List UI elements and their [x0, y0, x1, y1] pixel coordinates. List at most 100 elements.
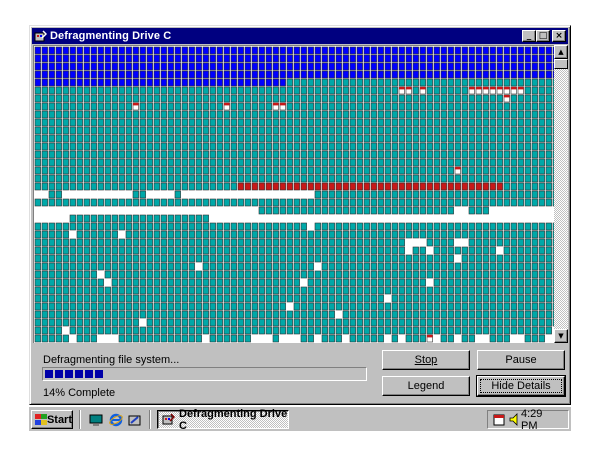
- hide-details-button-label: Hide Details: [491, 380, 551, 392]
- cluster-block: [167, 286, 174, 295]
- cluster-block: [412, 62, 419, 71]
- cluster-block: [377, 78, 384, 87]
- cluster-block: [111, 278, 118, 287]
- cluster-block: [468, 174, 475, 183]
- cluster-block: [496, 46, 503, 55]
- cluster-block: [349, 230, 356, 239]
- cluster-block: [48, 302, 55, 311]
- cluster-block: [209, 174, 216, 183]
- title-bar[interactable]: Defragmenting Drive C _ □ ×: [32, 28, 568, 44]
- start-button[interactable]: Start: [31, 410, 73, 429]
- cluster-block: [349, 262, 356, 271]
- cluster-block: [482, 94, 489, 103]
- clock[interactable]: 4:29 PM: [521, 408, 560, 432]
- cluster-block: [118, 70, 125, 79]
- cluster-block: [111, 174, 118, 183]
- cluster-block: [244, 78, 251, 87]
- cluster-block: [90, 270, 97, 279]
- cluster-block: [356, 46, 363, 55]
- cluster-block: [160, 246, 167, 255]
- cluster-block: [202, 286, 209, 295]
- vertical-scrollbar[interactable]: ▲ ▼: [554, 45, 568, 343]
- cluster-block: [97, 182, 104, 191]
- cluster-block: [181, 214, 188, 223]
- scroll-down-arrow-icon[interactable]: ▼: [554, 329, 568, 343]
- cluster-block: [405, 54, 412, 63]
- cluster-block: [272, 326, 279, 335]
- cluster-block: [181, 150, 188, 159]
- scroll-thumb[interactable]: [554, 59, 568, 69]
- scheduler-icon[interactable]: [493, 413, 507, 426]
- minimize-button[interactable]: _: [522, 30, 536, 42]
- taskbar-defrag-task[interactable]: Defragmenting Drive C: [157, 408, 289, 432]
- cluster-block: [216, 326, 223, 335]
- cluster-block: [279, 294, 286, 303]
- cluster-block: [370, 294, 377, 303]
- cluster-block: [342, 46, 349, 55]
- cluster-block: [300, 238, 307, 247]
- cluster-block: [202, 102, 209, 111]
- cluster-block: [419, 302, 426, 311]
- cluster-block: [181, 318, 188, 327]
- maximize-button[interactable]: □: [536, 30, 550, 42]
- cluster-block: [188, 262, 195, 271]
- cluster-block: [97, 294, 104, 303]
- cluster-block: [265, 206, 272, 215]
- cluster-block: [244, 238, 251, 247]
- cluster-block: [405, 62, 412, 71]
- cluster-block: [69, 174, 76, 183]
- channels-icon[interactable]: [127, 413, 142, 427]
- hide-details-button[interactable]: Hide Details: [477, 376, 565, 396]
- cluster-block: [412, 94, 419, 103]
- cluster-block: [328, 326, 335, 335]
- cluster-block: [62, 198, 69, 207]
- cluster-block: [538, 262, 545, 271]
- cluster-block: [160, 294, 167, 303]
- cluster-block: [370, 246, 377, 255]
- cluster-block: [545, 86, 552, 95]
- cluster-block: [433, 150, 440, 159]
- cluster-block: [538, 198, 545, 207]
- pause-button[interactable]: Pause: [477, 350, 565, 370]
- cluster-block: [76, 118, 83, 127]
- stop-button[interactable]: Stop: [382, 350, 470, 370]
- cluster-block: [188, 318, 195, 327]
- cluster-block: [356, 174, 363, 183]
- cluster-block: [216, 182, 223, 191]
- legend-button[interactable]: Legend: [382, 376, 470, 396]
- close-button[interactable]: ×: [552, 30, 566, 42]
- cluster-block: [307, 134, 314, 143]
- cluster-block: [447, 246, 454, 255]
- cluster-block: [104, 70, 111, 79]
- speaker-icon[interactable]: [509, 413, 521, 426]
- cluster-block: [356, 198, 363, 207]
- cluster-block: [342, 294, 349, 303]
- cluster-block: [461, 94, 468, 103]
- internet-explorer-icon[interactable]: [108, 413, 123, 427]
- cluster-block: [146, 262, 153, 271]
- cluster-block: [118, 86, 125, 95]
- cluster-block: [216, 158, 223, 167]
- cluster-block: [202, 278, 209, 287]
- cluster-block: [517, 158, 524, 167]
- cluster-block: [461, 302, 468, 311]
- cluster-block: [279, 54, 286, 63]
- scroll-up-arrow-icon[interactable]: ▲: [554, 45, 568, 59]
- progress-fill: [45, 370, 364, 378]
- cluster-block: [55, 254, 62, 263]
- cluster-block: [370, 302, 377, 311]
- cluster-block: [363, 206, 370, 215]
- cluster-block: [489, 270, 496, 279]
- cluster-block: [475, 182, 482, 191]
- cluster-block: [76, 86, 83, 95]
- cluster-block: [279, 246, 286, 255]
- cluster-block: [223, 118, 230, 127]
- cluster-block: [223, 238, 230, 247]
- cluster-block: [377, 302, 384, 311]
- desktop-icon[interactable]: [88, 413, 103, 427]
- cluster-block: [377, 278, 384, 287]
- cluster-block: [118, 294, 125, 303]
- cluster-block: [426, 182, 433, 191]
- cluster-block: [237, 166, 244, 175]
- cluster-block: [97, 118, 104, 127]
